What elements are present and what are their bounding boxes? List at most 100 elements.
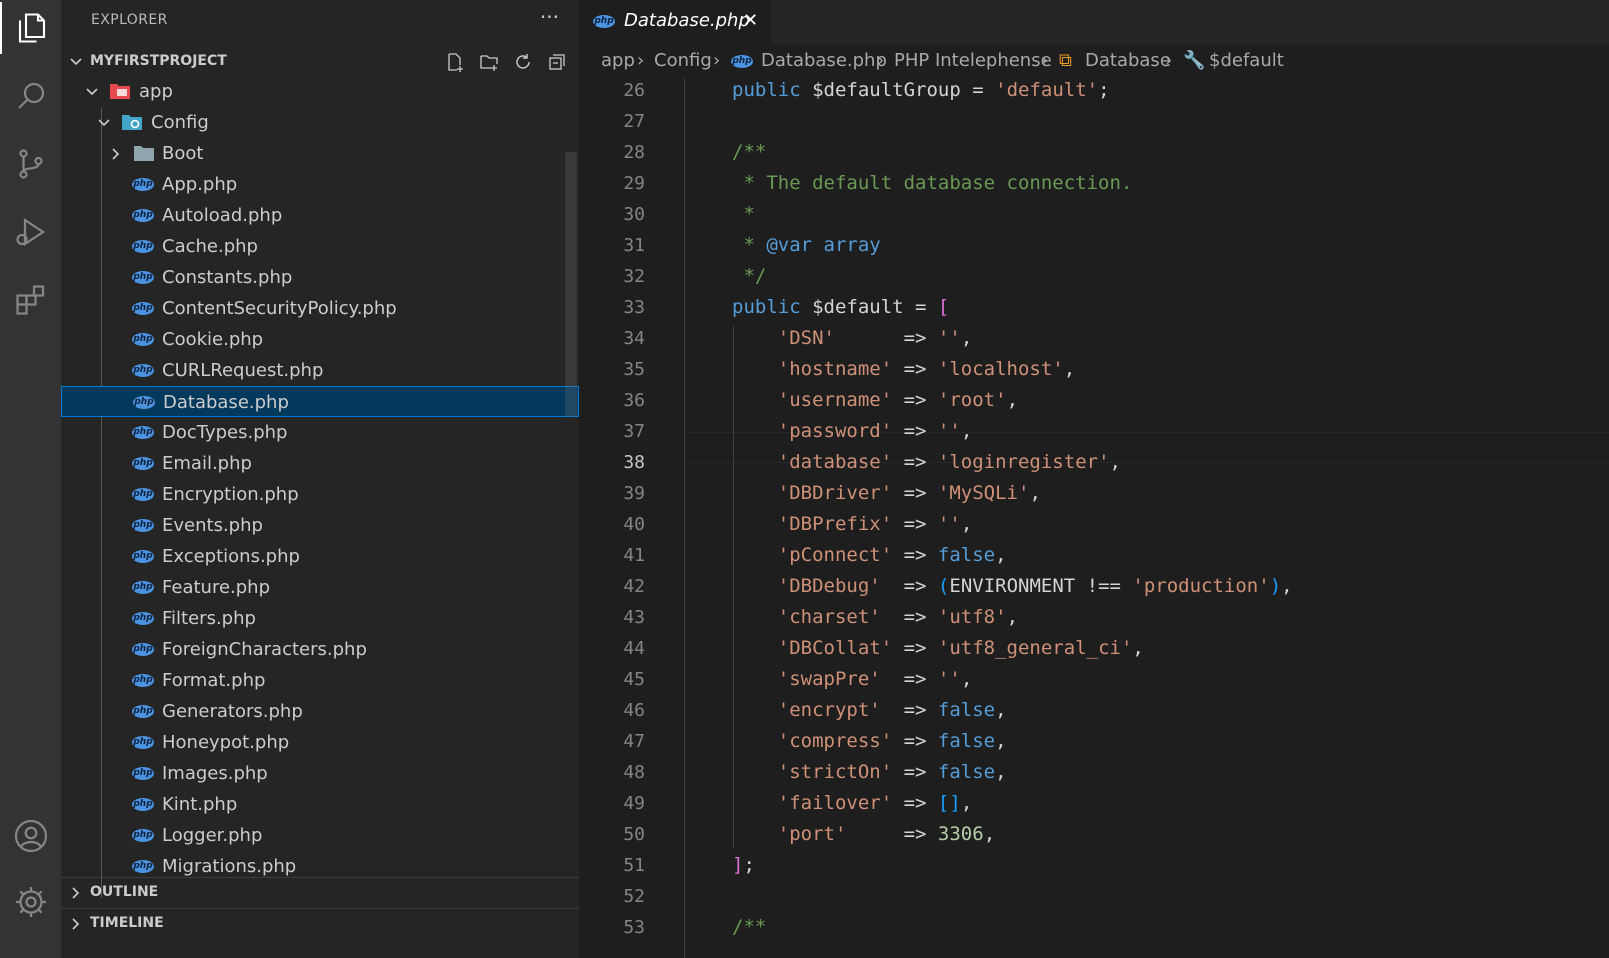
chevron-right-icon (69, 885, 83, 904)
tree-file-item[interactable]: php Format.php (61, 665, 579, 696)
tree-file-item[interactable]: php Events.php (61, 510, 579, 541)
tree-file-item[interactable]: php DocTypes.php (61, 417, 579, 448)
tree-folder-boot[interactable]: Boot (61, 138, 579, 169)
tree-file-label: Cache.php (162, 236, 258, 257)
accounts-icon[interactable] (0, 810, 61, 862)
tree-file-item[interactable]: php Generators.php (61, 696, 579, 727)
tab-database-php[interactable]: php Database.php ✕ (579, 0, 771, 44)
search-icon[interactable] (0, 70, 61, 122)
php-file-icon: php (133, 396, 155, 409)
php-file-icon: php (132, 674, 154, 687)
breadcrumb-file[interactable]: Database.php (761, 50, 887, 71)
code-token: 'DBCollat' (777, 637, 893, 659)
php-file-icon: php (132, 302, 154, 315)
timeline-panel-header[interactable]: TIMELINE (61, 908, 579, 939)
tree-file-item[interactable]: php Filters.php (61, 603, 579, 634)
breadcrumb-intelephense[interactable]: PHP Intelephense (894, 50, 1052, 71)
tree-file-item[interactable]: php Email.php (61, 448, 579, 479)
tree-file-item[interactable]: php Honeypot.php (61, 727, 579, 758)
outline-panel-header[interactable]: OUTLINE (61, 877, 579, 908)
chevron-right-icon: › (713, 50, 721, 71)
line-number: 40 (623, 514, 645, 535)
tree-file-item[interactable]: php Cookie.php (61, 324, 579, 355)
breadcrumb-class[interactable]: Database (1085, 50, 1171, 71)
more-actions-icon[interactable]: ··· (540, 5, 559, 29)
tree-folder-config[interactable]: Config (61, 107, 579, 138)
tree-file-label: ForeignCharacters.php (162, 639, 367, 660)
tree-file-item[interactable]: php Cache.php (61, 231, 579, 262)
collapse-all-icon[interactable] (545, 50, 569, 74)
tree-file-item[interactable]: php Autoload.php (61, 200, 579, 231)
tree-file-item[interactable]: php Kint.php (61, 789, 579, 820)
tree-folder-app[interactable]: app (61, 76, 579, 107)
code-token: 3306 (937, 823, 984, 845)
tree-file-item[interactable]: php Logger.php (61, 820, 579, 851)
code-editor[interactable]: 26 27 28 29 30 31 32 33 34 35 36 37 38 39 40 41 42 43 44 45… (579, 78, 1609, 958)
code-token: ; (1098, 79, 1110, 101)
tree-file-item[interactable]: php Images.php (61, 758, 579, 789)
new-folder-icon[interactable] (477, 50, 501, 74)
line-number: 31 (623, 235, 645, 256)
code-line: 'DBDriver' => 'MySQLi', (732, 482, 1041, 504)
line-number-gutter: 26 27 28 29 30 31 32 33 34 35 36 37 38 39 40 41 42 43 44 45… (579, 78, 683, 958)
explorer-icon[interactable] (0, 2, 61, 54)
code-token: 'strictOn' (777, 761, 893, 783)
code-line: 'charset' => 'utf8', (732, 606, 1018, 628)
tree-file-label: Logger.php (162, 825, 263, 846)
class-symbol-icon: ⧉ (1059, 50, 1072, 71)
run-debug-icon[interactable] (0, 206, 61, 258)
php-file-icon: php (132, 705, 154, 718)
line-number: 26 (623, 80, 645, 101)
tree-file-item[interactable]: php ContentSecurityPolicy.php (61, 293, 579, 324)
timeline-label: TIMELINE (90, 915, 164, 931)
code-token: $defaultGroup (800, 79, 961, 101)
tree-file-item[interactable]: php Encryption.php (61, 479, 579, 510)
code-token: /** (732, 916, 767, 938)
chevron-down-icon (97, 114, 111, 135)
code-area[interactable]: public $defaultGroup = 'default'; /** * T… (683, 78, 1609, 958)
source-control-icon[interactable] (0, 138, 61, 190)
code-token: => (880, 699, 938, 721)
code-token: [ (937, 296, 950, 318)
tree-file-label: Exceptions.php (162, 546, 300, 567)
close-icon[interactable]: ✕ (743, 10, 758, 31)
code-token: , (960, 792, 973, 814)
outline-label: OUTLINE (90, 884, 159, 900)
code-token: 'database' (777, 451, 893, 473)
wrench-icon: 🔧 (1183, 50, 1206, 71)
indent-guide (684, 78, 685, 958)
code-token: ENVIRONMENT !== (949, 575, 1133, 597)
code-line: public $default = [ (732, 296, 949, 318)
code-line: 'compress' => false, (732, 730, 1007, 752)
tree-file-item[interactable]: php Exceptions.php (61, 541, 579, 572)
new-file-icon[interactable] (443, 50, 467, 74)
settings-gear-icon[interactable] (0, 876, 61, 928)
refresh-icon[interactable] (511, 50, 535, 74)
project-header[interactable]: MYFIRSTPROJECT (61, 48, 579, 78)
code-token: '' (937, 513, 961, 535)
breadcrumb-app[interactable]: app (601, 50, 635, 71)
tree-file-item[interactable]: php CURLRequest.php (61, 355, 579, 386)
php-file-icon: php (132, 767, 154, 780)
breadcrumb-config[interactable]: Config (654, 50, 712, 71)
tree-file-item[interactable]: php Feature.php (61, 572, 579, 603)
line-number: 32 (623, 266, 645, 287)
code-token: ( (937, 575, 950, 597)
breadcrumb-property[interactable]: $default (1209, 50, 1284, 71)
line-number: 49 (623, 793, 645, 814)
line-number: 27 (623, 111, 645, 132)
code-line: ]; (732, 854, 755, 876)
php-file-icon: php (132, 519, 154, 532)
scrollbar-thumb[interactable] (565, 152, 577, 417)
tree-file-item[interactable]: php App.php (61, 169, 579, 200)
line-number: 44 (623, 638, 645, 659)
code-token: => (834, 327, 938, 349)
tree-file-item[interactable]: php Constants.php (61, 262, 579, 293)
folder-icon (133, 144, 155, 162)
tree-file-item[interactable]: php ForeignCharacters.php (61, 634, 579, 665)
tree-file-label: Kint.php (162, 794, 238, 815)
tree-file-item[interactable]: php Database.php (61, 386, 579, 417)
code-line: 'encrypt' => false, (732, 699, 1007, 721)
extensions-icon[interactable] (0, 274, 61, 326)
